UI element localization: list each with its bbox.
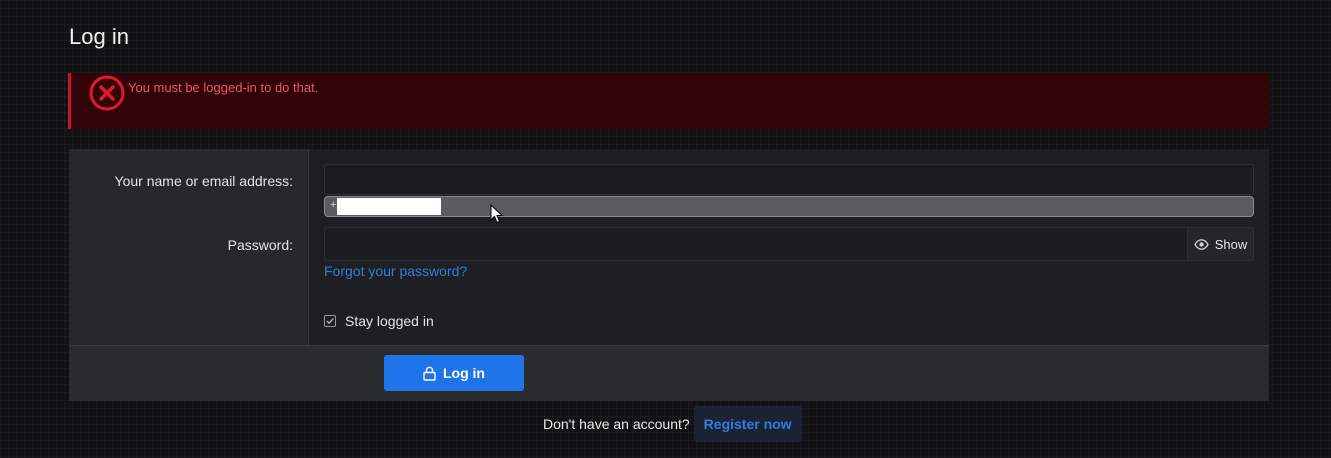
register-now-button[interactable]: Register now	[693, 406, 802, 442]
form-labels-column: Your name or email address: Password:	[69, 149, 309, 345]
login-form: Your name or email address: Password: + …	[69, 149, 1269, 401]
password-label: Password:	[227, 237, 293, 253]
show-password-button[interactable]: Show	[1187, 227, 1254, 261]
login-button-label: Log in	[443, 365, 485, 381]
error-x-icon	[89, 75, 125, 111]
show-password-label: Show	[1214, 236, 1248, 252]
register-row: Don't have an account? Register now	[543, 405, 802, 443]
stay-logged-in-checkbox[interactable]	[324, 315, 336, 327]
mouse-cursor-icon	[490, 204, 504, 224]
checkmark-icon	[326, 318, 334, 325]
page-title: Log in	[69, 24, 129, 49]
redacted-suggestion[interactable]	[337, 198, 441, 215]
autocomplete-prefix: +	[330, 199, 337, 211]
register-prompt: Don't have an account?	[543, 416, 690, 432]
error-message-text: You must be logged-in to do that.	[128, 80, 319, 95]
stay-logged-in-label: Stay logged in	[345, 313, 434, 329]
lock-icon	[423, 366, 436, 381]
username-label: Your name or email address:	[114, 173, 293, 189]
password-input[interactable]	[324, 227, 1188, 261]
form-footer: Log in	[69, 345, 1269, 401]
login-button[interactable]: Log in	[384, 355, 524, 391]
username-input[interactable]	[324, 164, 1254, 195]
error-message-block: You must be logged-in to do that.	[68, 73, 1269, 129]
stay-logged-in-row[interactable]: Stay logged in	[324, 313, 434, 329]
eye-icon	[1193, 238, 1209, 250]
autocomplete-suggestion[interactable]: +	[324, 196, 1254, 217]
forgot-password-link[interactable]: Forgot your password?	[324, 263, 467, 279]
